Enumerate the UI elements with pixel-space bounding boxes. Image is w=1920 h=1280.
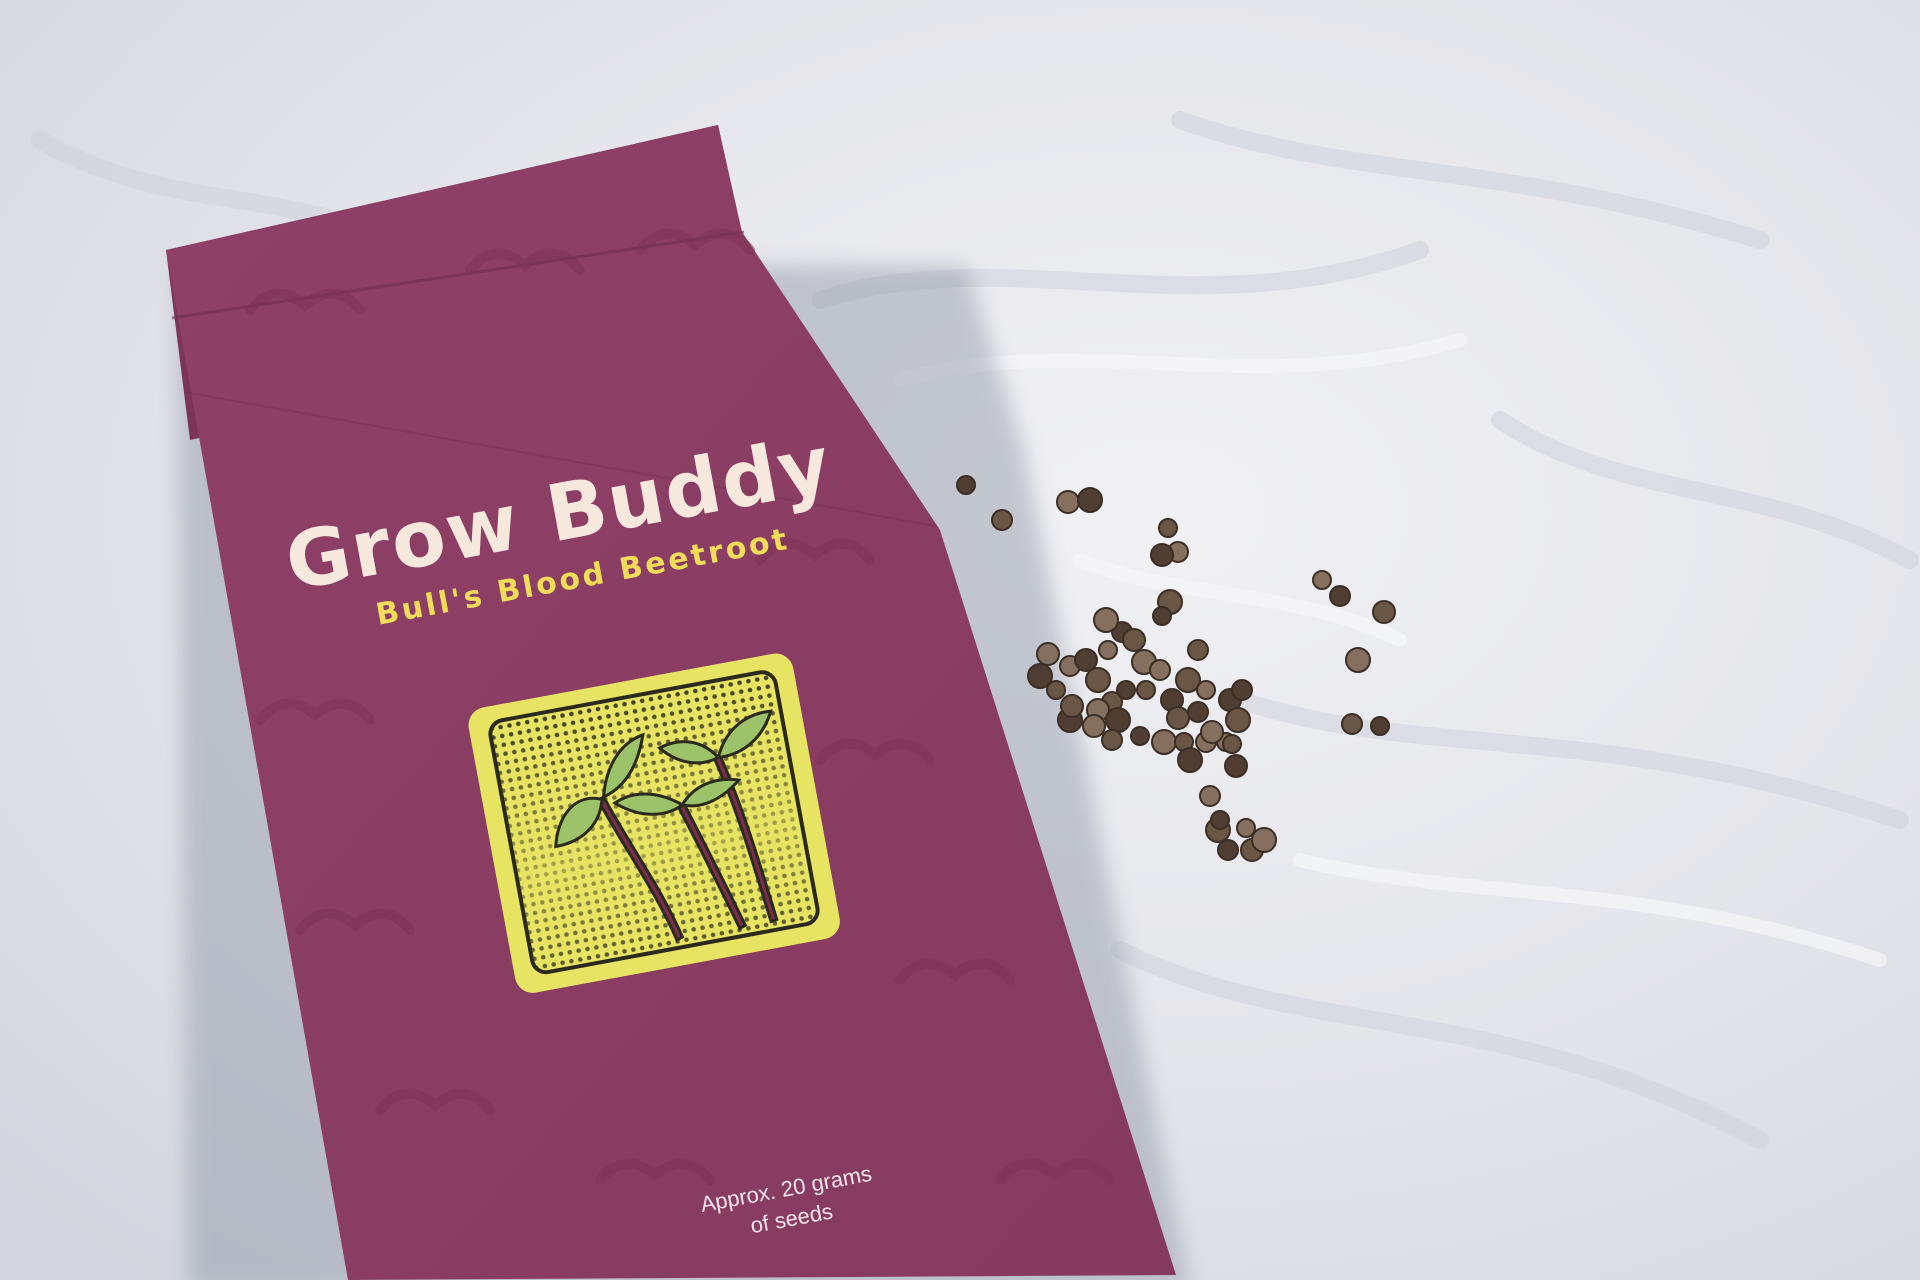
beet-seed: [1098, 640, 1118, 660]
beet-seed: [1187, 701, 1209, 723]
beet-seed: [1046, 680, 1066, 700]
beet-seed: [1074, 648, 1098, 672]
sprout-illustration: [468, 653, 840, 993]
beet-seed: [1056, 490, 1080, 514]
beet-seed: [1152, 606, 1172, 626]
beet-seed: [1236, 818, 1256, 838]
beet-seed: [1077, 487, 1103, 513]
beet-seed: [1210, 810, 1230, 830]
beet-seed: [1251, 827, 1277, 853]
beet-seed: [1187, 639, 1209, 661]
beet-seed: [1082, 714, 1106, 738]
beet-seed: [1345, 647, 1371, 673]
beet-seed: [1224, 754, 1248, 778]
beet-seed: [1372, 600, 1396, 624]
beet-seed: [1130, 726, 1150, 746]
beet-seed: [1199, 785, 1221, 807]
beet-seed: [1122, 628, 1146, 652]
beet-seed: [1101, 729, 1123, 751]
beet-seed: [1222, 734, 1242, 754]
beet-seed: [1312, 570, 1332, 590]
beet-seed: [1093, 607, 1119, 633]
beet-seed: [1085, 667, 1111, 693]
beet-seed: [1158, 518, 1178, 538]
beet-seed: [1329, 585, 1351, 607]
photo-scene: Grow Buddy Bull's Blood Beetroot Approx.…: [0, 0, 1920, 1280]
beet-seed: [1149, 659, 1171, 681]
beet-seed: [1217, 839, 1239, 861]
beet-seed: [1136, 680, 1156, 700]
scene-svg: Grow Buddy Bull's Blood Beetroot Approx.…: [0, 0, 1920, 1280]
beet-seed: [1200, 720, 1224, 744]
beet-seed: [1105, 707, 1131, 733]
beet-seed: [1231, 679, 1253, 701]
beet-seed: [1225, 707, 1251, 733]
beet-seed: [991, 509, 1013, 531]
beet-seed: [956, 475, 976, 495]
beet-seed: [1370, 716, 1390, 736]
beet-seed: [1196, 680, 1216, 700]
beet-seed: [1060, 694, 1084, 718]
beet-seed: [1166, 706, 1190, 730]
beet-seed: [1151, 729, 1177, 755]
beet-seed: [1036, 642, 1060, 666]
beet-seed: [1341, 713, 1363, 735]
beet-seed: [1150, 543, 1174, 567]
beet-seed: [1177, 747, 1203, 773]
